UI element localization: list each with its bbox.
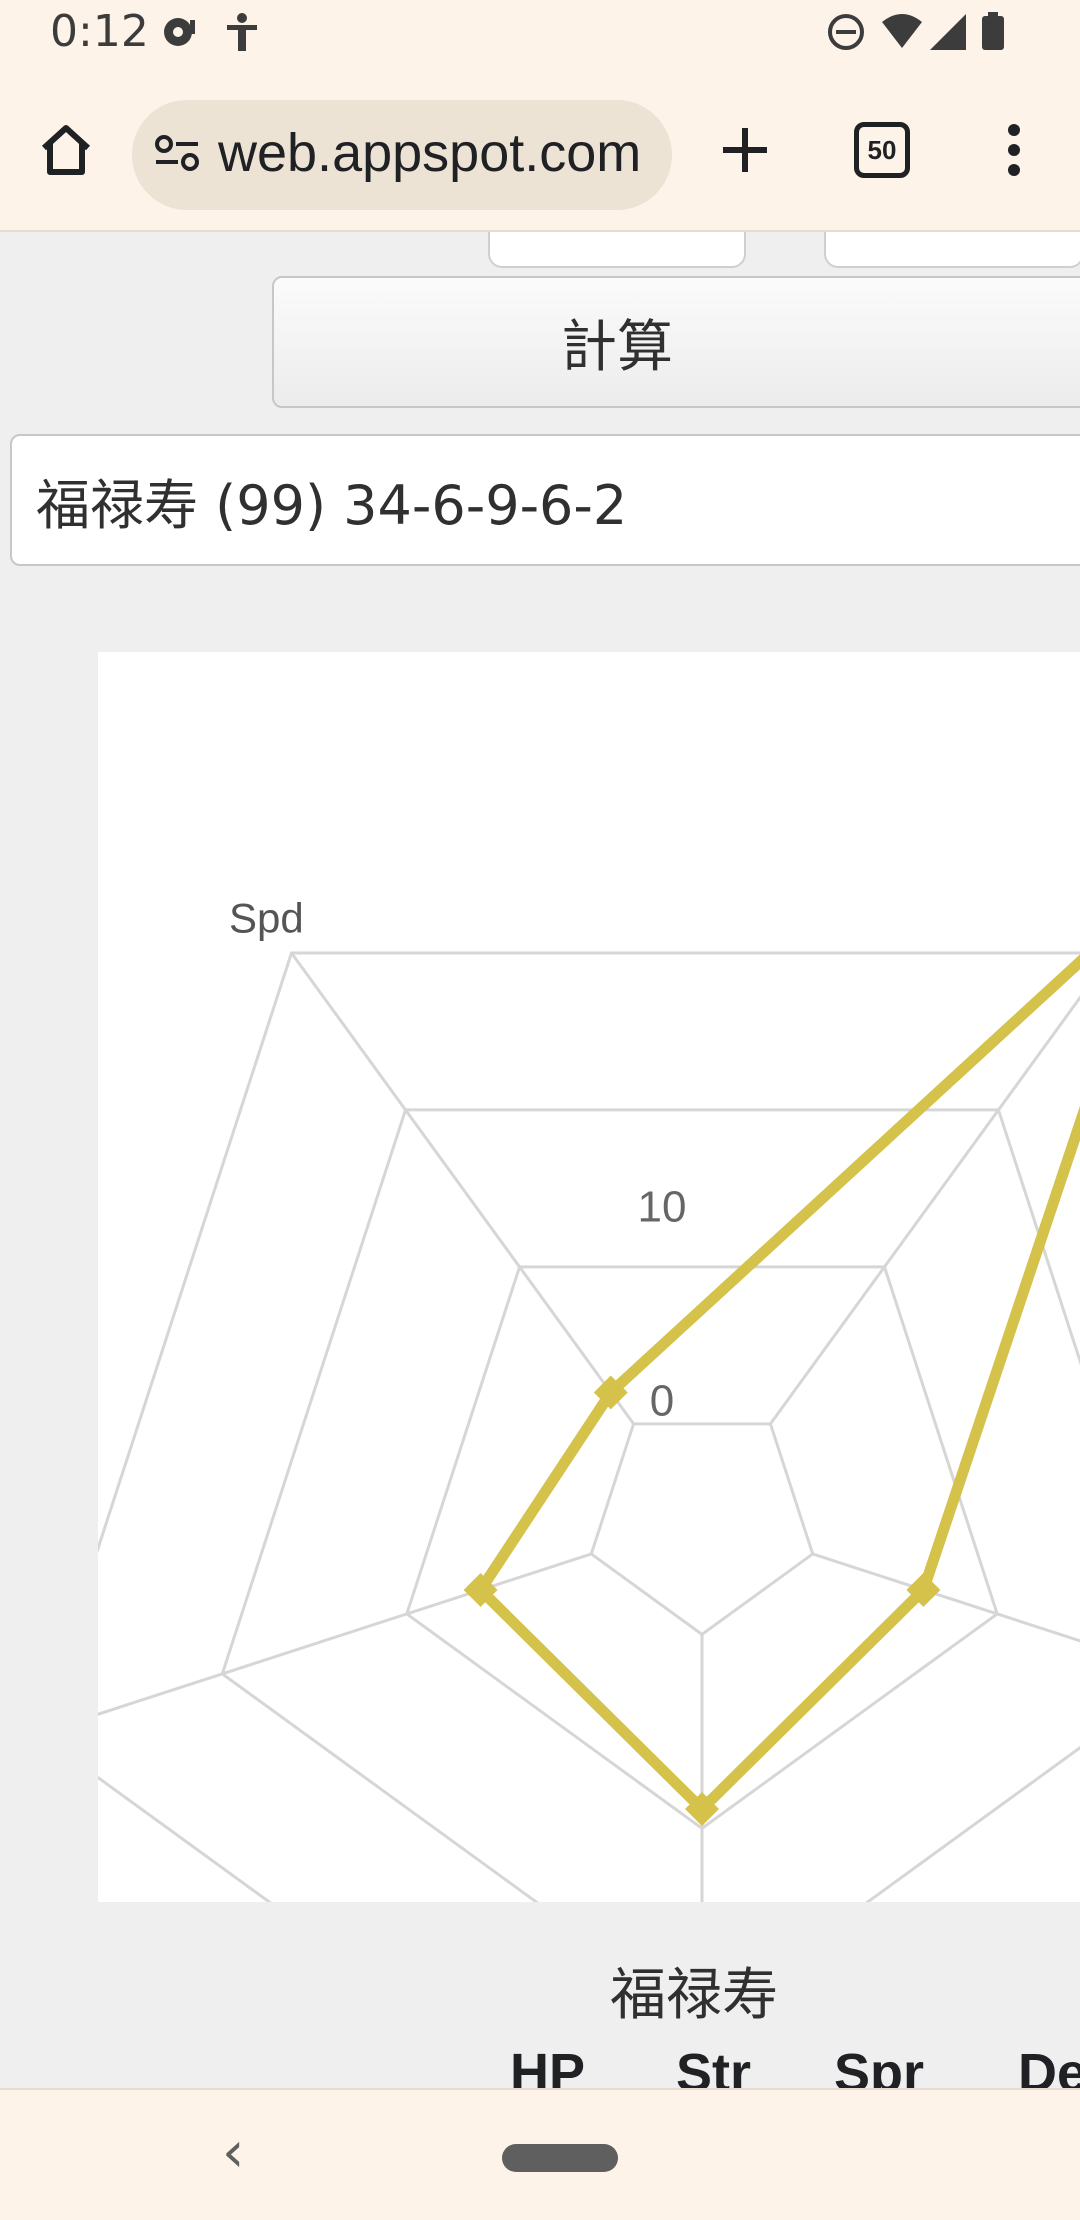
- home-button[interactable]: [30, 110, 102, 190]
- browser-toolbar: web.appspot.com 50: [0, 70, 1080, 232]
- new-tab-icon: [723, 128, 767, 172]
- grid-spoke: [290, 952, 635, 1425]
- navigation-bar: ‹: [0, 2088, 1080, 2220]
- table-header-hp: HP: [510, 2043, 586, 2088]
- table-header-spr: Spr: [834, 2043, 925, 2088]
- wifi-icon: [882, 14, 922, 48]
- url-text: web.appspot.com: [218, 123, 642, 183]
- do-not-disturb-icon: [828, 14, 864, 50]
- url-bar[interactable]: web.appspot.com: [132, 100, 672, 210]
- calculate-button[interactable]: 計算: [272, 276, 1080, 408]
- back-button[interactable]: ‹: [222, 2120, 244, 2185]
- accessibility-icon: [227, 13, 257, 51]
- status-time: 0:12: [50, 6, 149, 57]
- page-content: 計算 福禄寿 (99) 34-6-9-6-2 HPStrSprDefSpd010…: [0, 232, 1080, 2088]
- stat-input[interactable]: [824, 232, 1080, 268]
- ring-label: 10: [638, 1183, 687, 1232]
- stat-input[interactable]: [488, 232, 746, 268]
- new-tab-button[interactable]: [710, 110, 780, 190]
- home-handle[interactable]: [502, 2144, 618, 2172]
- table-title: 福禄寿: [610, 1963, 778, 2028]
- table-header-str: Str: [676, 2043, 752, 2088]
- battery-icon: [982, 12, 1004, 50]
- result-field[interactable]: 福禄寿 (99) 34-6-9-6-2: [10, 434, 1080, 566]
- home-icon: [41, 125, 91, 175]
- grid-ring: [589, 1422, 815, 1637]
- ring-label: 0: [650, 1377, 674, 1426]
- tab-switcher-button[interactable]: 50: [854, 122, 910, 178]
- series-line: [475, 954, 1080, 1815]
- table-header-def: De: [1018, 2043, 1080, 2088]
- axis-label-spd: Spd: [229, 894, 304, 941]
- grid-spoke: [98, 1552, 592, 1716]
- menu-icon: [1008, 124, 1020, 176]
- grid-spoke: [769, 995, 1080, 1425]
- signal-icon: [930, 14, 966, 50]
- grid-spoke: [812, 1552, 1080, 1643]
- radar-chart-svg: HPStrSprDefSpd010: [98, 894, 1080, 1902]
- site-info-icon[interactable]: [152, 130, 202, 180]
- radar-chart: HPStrSprDefSpd010: [98, 652, 1080, 1902]
- menu-button[interactable]: [990, 110, 1038, 190]
- status-bar: 0:12: [0, 0, 1080, 70]
- notification-dot-icon: [164, 18, 195, 46]
